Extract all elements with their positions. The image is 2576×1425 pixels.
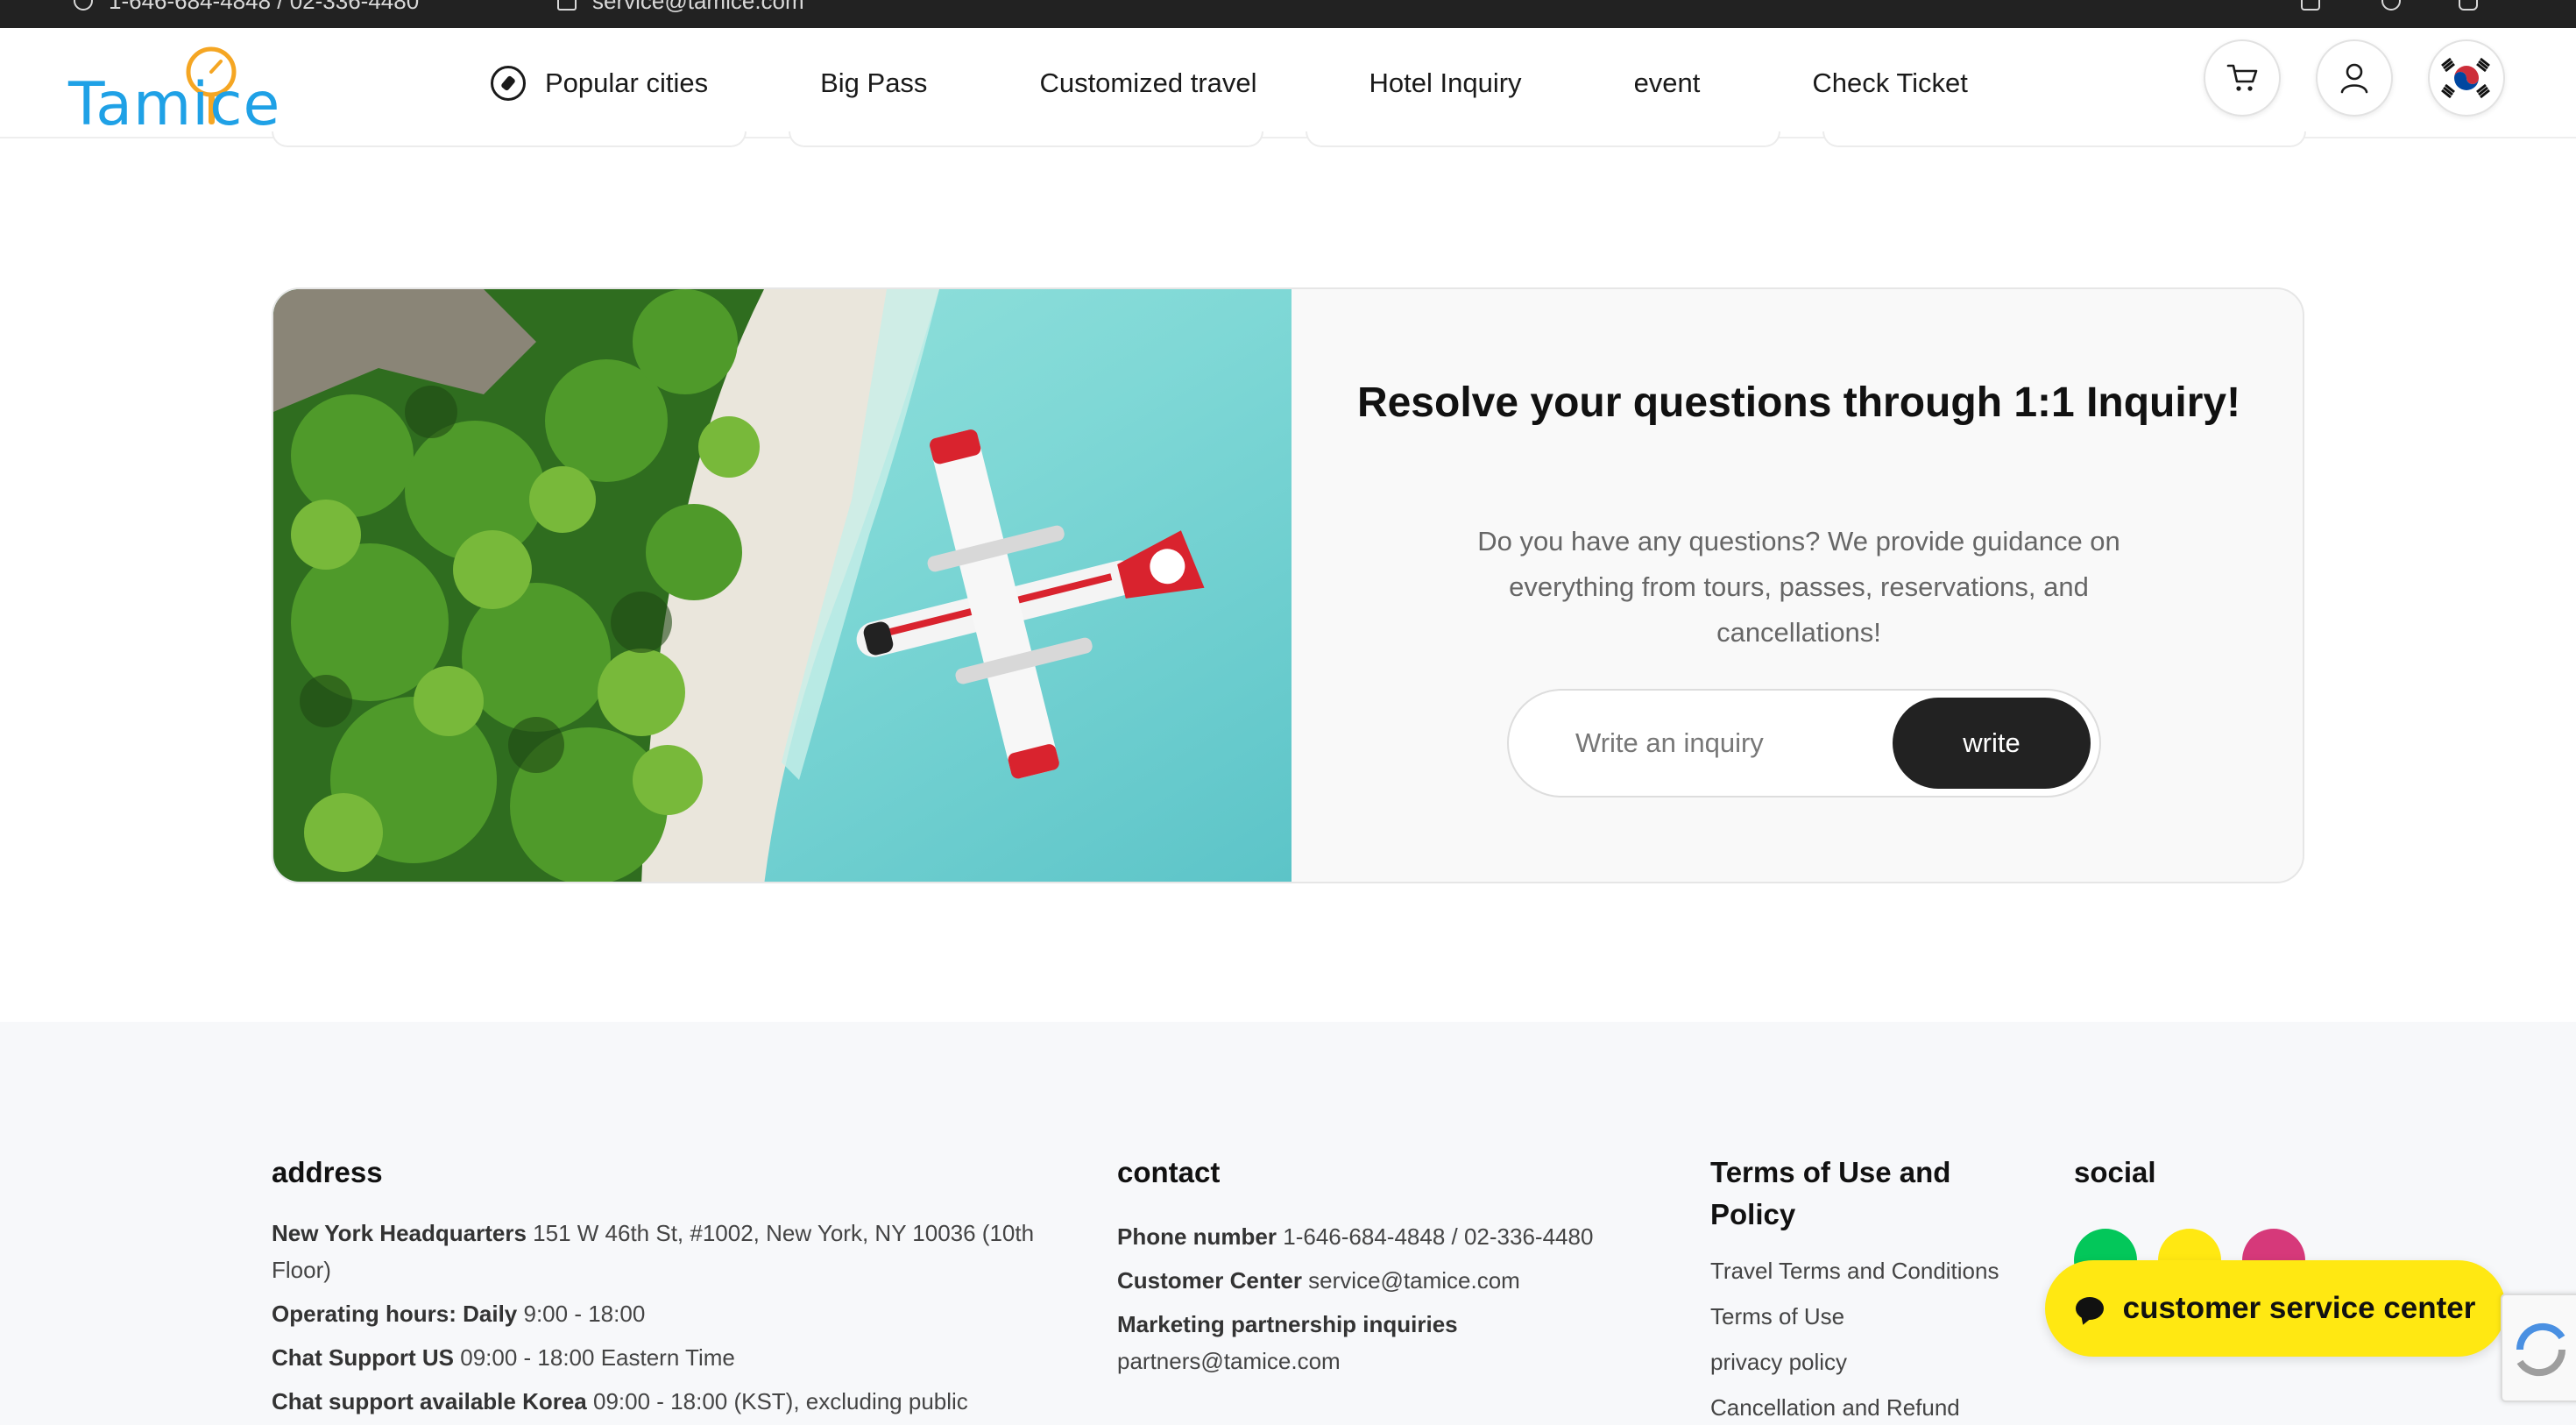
terms-of-use-link[interactable]: Terms of Use	[1710, 1294, 2035, 1339]
privacy-policy-link[interactable]: privacy policy	[1710, 1339, 2035, 1385]
nav-popular-cities[interactable]: Popular cities	[491, 66, 708, 101]
inquiry-description: Do you have any questions? We provide gu…	[1477, 526, 2120, 648]
nav-label: event	[1633, 67, 1701, 98]
footer-address: address New York Headquarters 151 W 46th…	[272, 1152, 1060, 1420]
phone-icon	[74, 0, 93, 11]
inquiry-input[interactable]	[1526, 699, 1894, 787]
nav-label: Big Pass	[820, 67, 928, 98]
main-nav: Popular cities Big Pass Customized trave…	[491, 28, 2080, 138]
compass-icon	[491, 66, 526, 101]
customer-service-button[interactable]: customer service center	[2045, 1260, 2506, 1357]
footer-contact: contact Phone number 1-646-684-4848 / 02…	[1117, 1152, 1660, 1379]
nav-label: Hotel Inquiry	[1369, 67, 1522, 98]
logo-text: Tamice	[68, 70, 281, 139]
account-button[interactable]	[2316, 39, 2393, 117]
instagram-small-icon[interactable]	[2459, 0, 2478, 11]
nav-label: Customized travel	[1039, 67, 1257, 98]
card-bottom	[789, 131, 1263, 147]
cancellation-link[interactable]: Cancellation and Refund	[1710, 1385, 2035, 1425]
recaptcha-badge[interactable]	[2501, 1294, 2576, 1402]
inquiry-section: Resolve your questions through 1:1 Inqui…	[272, 287, 2304, 883]
mail-icon	[557, 0, 577, 11]
chat-korea-line: Chat support available Korea 09:00 - 18:…	[272, 1388, 968, 1414]
seaplane-beach-image	[273, 289, 1292, 882]
phone-line: Phone number 1-646-684-4848 / 02-336-448…	[1117, 1223, 1594, 1250]
inquiry-form: write	[1507, 689, 2101, 798]
nav-event[interactable]: event	[1634, 67, 1701, 99]
nav-hotel-inquiry[interactable]: Hotel Inquiry	[1369, 67, 1522, 99]
footer-address-heading: address	[272, 1156, 383, 1188]
site-footer: address New York Headquarters 151 W 46th…	[0, 1022, 2576, 1425]
korea-flag-icon	[2433, 45, 2500, 111]
nav-big-pass[interactable]: Big Pass	[820, 67, 927, 99]
chat-bubble-icon	[2075, 1297, 2104, 1320]
site-header: Tamice Popular cities Big Pass Customize…	[0, 28, 2576, 139]
topbar-email: service@tamice.com	[592, 0, 804, 14]
cart-icon	[2226, 64, 2258, 91]
address-line: New York Headquarters 151 W 46th St, #10…	[272, 1220, 1035, 1283]
chat-us-line: Chat Support US 09:00 - 18:00 Eastern Ti…	[272, 1344, 735, 1371]
footer-social-heading: social	[2074, 1156, 2156, 1188]
marketing-line: Marketing partnership inquiries partners@…	[1117, 1311, 1458, 1374]
top-info-bar: 1-646-684-4848 / 02-336-4480 service@tam…	[0, 0, 2576, 28]
nav-check-ticket[interactable]: Check Ticket	[1812, 67, 1967, 99]
inquiry-content: Resolve your questions through 1:1 Inqui…	[1292, 289, 2303, 882]
nav-customized-travel[interactable]: Customized travel	[1039, 67, 1256, 99]
language-button[interactable]	[2428, 39, 2505, 117]
footer-contact-heading: contact	[1117, 1156, 1221, 1188]
terms-travel-link[interactable]: Travel Terms and Conditions	[1710, 1248, 2035, 1294]
write-button[interactable]: write	[1893, 698, 2091, 789]
card-bottom	[272, 131, 747, 147]
inquiry-title: Resolve your questions through 1:1 Inqui…	[1356, 379, 2241, 426]
customer-service-label: customer service center	[2122, 1291, 2476, 1325]
tamice-logo[interactable]: Tamice	[68, 39, 305, 139]
user-icon	[2340, 63, 2368, 94]
cart-button[interactable]	[2204, 39, 2281, 117]
footer-terms-heading: Terms of Use and Policy	[1710, 1156, 1951, 1230]
nav-label: Check Ticket	[1812, 67, 1968, 98]
card-bottom	[1306, 131, 1780, 147]
customer-center-line: Customer Center service@tamice.com	[1117, 1267, 1520, 1294]
recaptcha-icon	[2516, 1322, 2566, 1377]
blog-icon[interactable]	[2301, 0, 2320, 11]
card-bottom	[1822, 131, 2306, 147]
hours-line: Operating hours: Daily 9:00 - 18:00	[272, 1301, 646, 1327]
nav-label: Popular cities	[545, 67, 709, 98]
chat-icon[interactable]	[2381, 0, 2401, 11]
topbar-phone: 1-646-684-4848 / 02-336-4480	[109, 0, 420, 14]
footer-terms: Terms of Use and Policy Travel Terms and…	[1710, 1152, 2035, 1425]
